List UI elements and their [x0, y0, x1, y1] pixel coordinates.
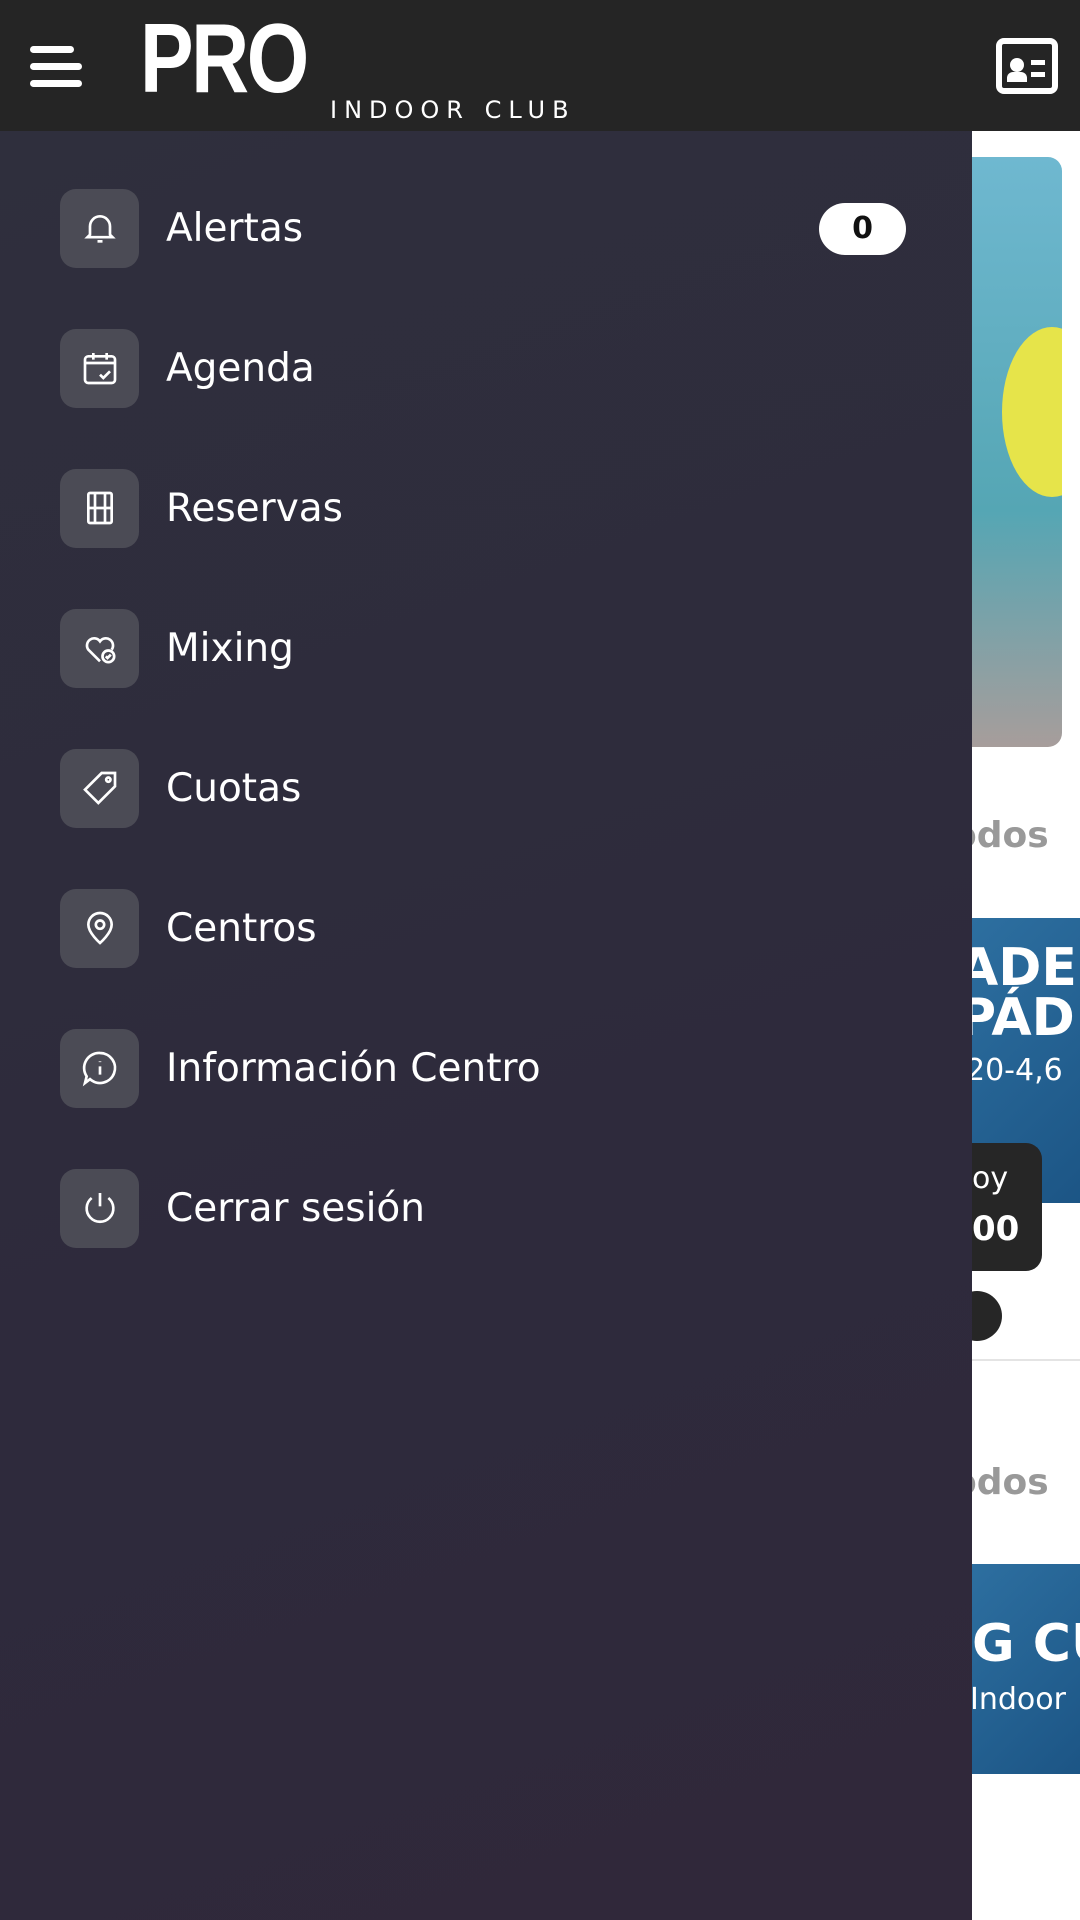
calendar-check-icon [60, 328, 139, 408]
info-chat-icon [60, 1028, 139, 1108]
divider [972, 1359, 1080, 1361]
heart-check-icon [60, 608, 139, 688]
menu-item-informacion-centro[interactable]: Información Centro [60, 1028, 940, 1108]
alert-count-badge: 0 [819, 203, 906, 255]
app-header: PRO PADEL INDOOR CLUB [0, 0, 1080, 226]
menu-item-agenda[interactable]: Agenda [60, 328, 940, 408]
menu-item-centros[interactable]: Centros [60, 888, 940, 968]
menu-item-mixing[interactable]: Mixing [60, 608, 940, 688]
court-icon [60, 468, 139, 548]
member-card-icon[interactable] [996, 38, 1058, 94]
menu-icon[interactable] [30, 46, 86, 88]
price-tag-icon [60, 748, 139, 828]
navigation-drawer: Alertas 0 Agenda Reservas Mixing Cuotas … [0, 131, 972, 1920]
menu-item-cerrar-sesion[interactable]: Cerrar sesión [60, 1168, 940, 1248]
power-icon [60, 1168, 139, 1248]
home-content: odos ADE PÁD 20-4,6 oy 00 odos G CU Indo… [942, 131, 1080, 1920]
menu-item-alertas[interactable]: Alertas 0 [60, 188, 940, 268]
logo: PRO PADEL INDOOR CLUB [140, 3, 576, 226]
promo-card[interactable]: G CU Indoor [972, 1564, 1080, 1774]
menu-item-reservas[interactable]: Reservas [60, 468, 940, 548]
menu-item-cuotas[interactable]: Cuotas [60, 748, 940, 828]
location-pin-icon [60, 888, 139, 968]
bell-icon [60, 188, 139, 268]
hero-banner[interactable] [972, 157, 1062, 747]
